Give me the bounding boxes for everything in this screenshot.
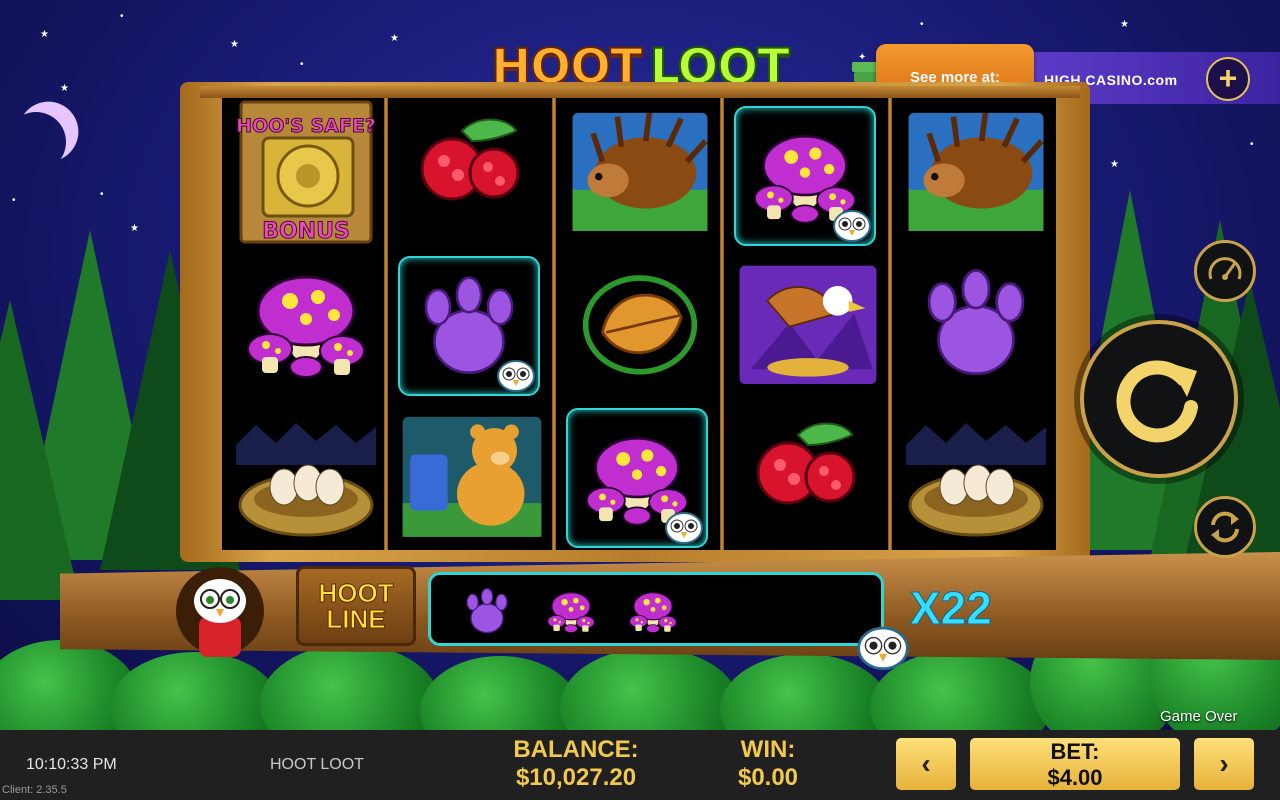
spin-button[interactable] <box>1080 320 1238 478</box>
bet-display[interactable]: BET: $4.00 <box>970 738 1180 790</box>
hoot-line-sign: HOOT LINE <box>296 566 416 646</box>
bush <box>560 648 740 730</box>
star-icon: ★ <box>390 33 399 44</box>
clock: 10:10:33 PM <box>26 756 117 773</box>
reel-symbol-raspberry <box>728 404 888 546</box>
spin-icon <box>1116 360 1198 443</box>
star-icon: • <box>120 11 124 22</box>
reel-symbol-eagle <box>728 252 888 394</box>
star-icon: • <box>100 189 104 200</box>
star-icon: ★ <box>40 29 49 40</box>
star-icon: • <box>920 19 924 30</box>
reel-divider <box>720 98 724 550</box>
owl-host-icon <box>176 567 264 657</box>
star-icon: • <box>300 59 304 70</box>
bonus-text-top: HOO'S SAFE? <box>236 115 376 137</box>
star-icon: • <box>1250 139 1254 150</box>
owl-badge-icon <box>665 512 703 544</box>
bonus-text-bottom: BONUS <box>262 219 350 244</box>
win-label: WIN: <box>740 736 796 763</box>
hoot-line-sign-line1: HOOT <box>318 578 394 608</box>
reel-symbol-paw-print-winning <box>398 256 540 396</box>
win-value: $0.00 <box>737 764 799 791</box>
reel-symbol-mushroom-winning <box>734 106 876 246</box>
balance-value: $10,027.20 <box>515 764 637 791</box>
autoplay-button[interactable] <box>1194 496 1256 558</box>
reel-symbol-paw-print <box>896 252 1056 394</box>
reel-divider <box>552 98 556 550</box>
speed-button[interactable] <box>1194 240 1256 302</box>
reel-symbol-porcupine <box>560 100 720 242</box>
reel-frame-top <box>200 86 1080 98</box>
bush <box>260 644 440 730</box>
moon-icon <box>1 107 71 177</box>
star-icon: ★ <box>230 39 239 50</box>
client-version: Client: 2.35.5 <box>2 784 67 796</box>
hoot-line-sign-line2: LINE <box>326 604 386 634</box>
reel-symbol-leaf <box>560 252 720 394</box>
star-icon: • <box>12 195 16 206</box>
chevron-left-icon: ‹ <box>921 748 931 779</box>
bet-label: BET: <box>1050 739 1100 764</box>
reel-symbol-nest <box>896 404 1056 546</box>
svg-text:✦: ✦ <box>858 52 866 63</box>
owl-badge-icon <box>497 360 535 392</box>
bet-increase-button[interactable]: › <box>1194 738 1254 790</box>
pine-tree <box>0 300 80 600</box>
multiplier-value: X22 <box>910 582 993 634</box>
hoot-line-symbol-mushroom <box>629 591 677 634</box>
reel-symbol-raspberry <box>392 100 552 242</box>
reel-symbol-bonus-safe: HOO'S SAFE? BONUS <box>226 100 386 244</box>
reel-divider <box>888 98 892 550</box>
game-name: HOOT LOOT <box>270 756 364 773</box>
bush <box>420 656 580 730</box>
bet-decrease-button[interactable]: ‹ <box>896 738 956 790</box>
owl-badge-icon <box>857 626 909 670</box>
star-icon: ★ <box>1110 159 1119 170</box>
star-icon: ★ <box>1120 19 1129 30</box>
reel-symbol-bear <box>392 404 552 546</box>
balance-label: BALANCE: <box>513 736 639 763</box>
win-display: WIN: $0.00 <box>720 736 816 792</box>
autoplay-icon <box>1211 511 1239 543</box>
star-icon: ★ <box>60 83 69 94</box>
hoot-line-symbol-paw-print <box>466 587 508 634</box>
reel-symbol-mushroom <box>226 252 386 394</box>
reel-symbol-mushroom-winning <box>566 408 708 548</box>
balance-display: BALANCE: $10,027.20 <box>494 736 658 792</box>
reel-symbol-porcupine <box>896 100 1056 242</box>
hoot-line-symbol-mushroom <box>547 591 595 634</box>
bet-value: $4.00 <box>1047 765 1103 790</box>
reel-symbol-nest <box>226 404 386 546</box>
speedometer-icon <box>1208 257 1242 280</box>
owl-badge-icon <box>833 210 871 242</box>
hoot-line-box <box>428 572 884 646</box>
game-status: Game Over <box>1160 708 1238 725</box>
chevron-right-icon: › <box>1219 748 1229 779</box>
bush <box>110 652 280 730</box>
plus-icon[interactable]: + <box>1206 57 1250 101</box>
